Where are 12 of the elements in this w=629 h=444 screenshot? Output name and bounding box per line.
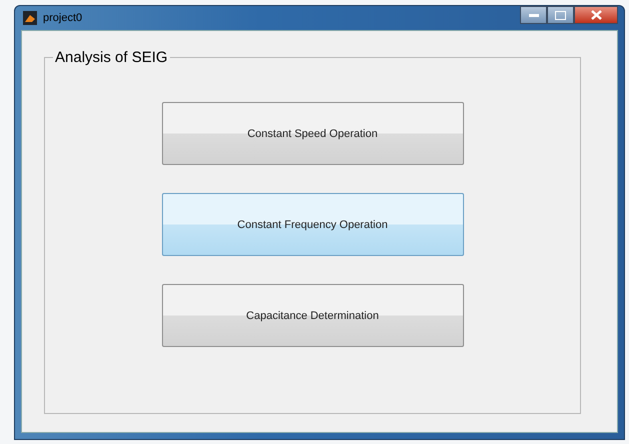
minimize-button[interactable] bbox=[520, 6, 547, 24]
close-icon bbox=[590, 10, 602, 20]
window-title: project0 bbox=[43, 12, 82, 24]
action-button[interactable]: Capacitance Determination bbox=[162, 284, 464, 347]
panel-title: Analysis of SEIG bbox=[54, 49, 169, 66]
minimize-icon bbox=[528, 13, 538, 17]
action-button[interactable]: Constant Speed Operation bbox=[162, 102, 464, 165]
close-button[interactable] bbox=[574, 6, 618, 24]
maximize-icon bbox=[555, 10, 566, 20]
maximize-button[interactable] bbox=[547, 6, 574, 24]
action-button[interactable]: Constant Frequency Operation bbox=[162, 193, 464, 256]
app-icon bbox=[23, 11, 37, 25]
